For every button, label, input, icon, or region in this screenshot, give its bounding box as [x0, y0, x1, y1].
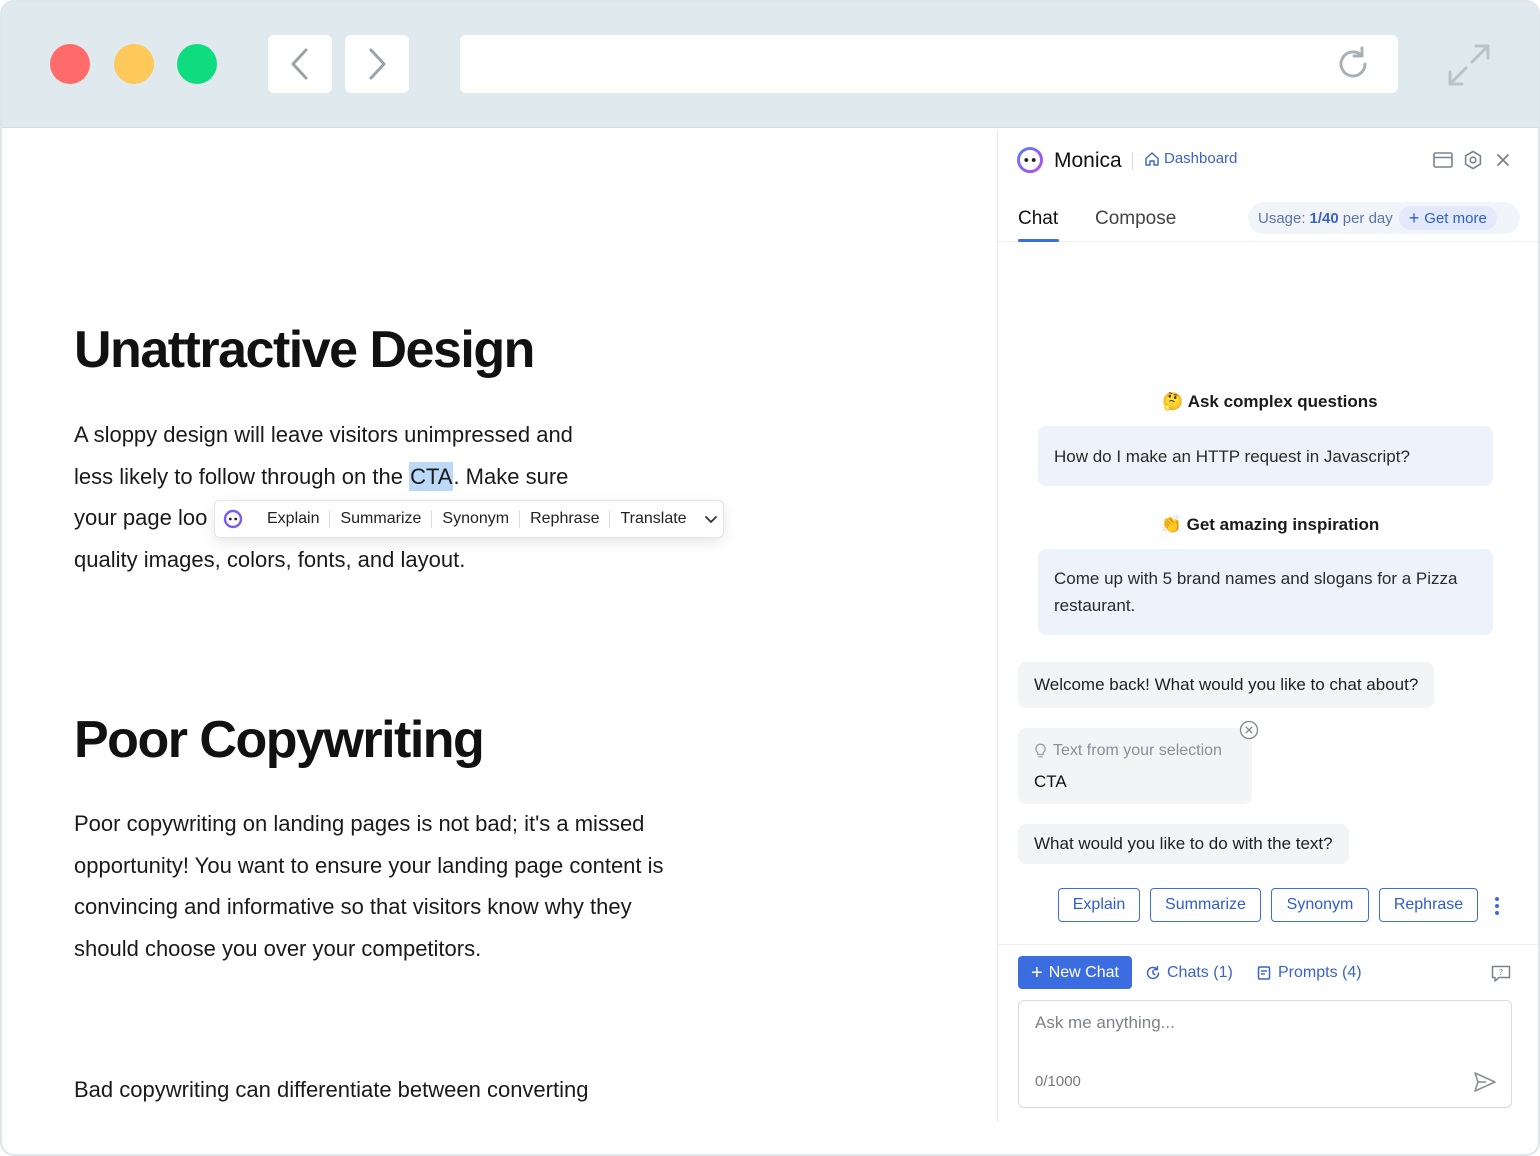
toolbar-synonym-button[interactable]: Synonym: [432, 510, 521, 528]
selection-value: CTA: [1034, 772, 1067, 791]
paragraph-line: less likely to follow through on the CTA…: [74, 461, 569, 491]
article: Unattractive Design A sloppy design will…: [74, 130, 974, 1120]
get-more-label: Get more: [1424, 209, 1487, 227]
new-chat-button[interactable]: + New Chat: [1018, 956, 1132, 989]
chat-input[interactable]: [1019, 1001, 1511, 1071]
toolbar-rephrase-button[interactable]: Rephrase: [520, 510, 611, 528]
chats-label: Chats (1): [1167, 964, 1233, 981]
close-icon[interactable]: [1492, 149, 1514, 171]
section-paragraph: Bad copywriting can differentiate betwee…: [74, 1077, 589, 1102]
dashboard-link[interactable]: Dashboard: [1144, 150, 1237, 167]
reload-icon[interactable]: [1334, 45, 1372, 83]
remove-selection-icon[interactable]: [1239, 720, 1259, 740]
selection-label-text: Text from your selection: [1053, 742, 1222, 759]
back-button[interactable]: [268, 35, 332, 93]
svg-text:?: ?: [1499, 968, 1503, 977]
prompts-icon: [1257, 966, 1271, 980]
selection-toolbar: Explain Summarize Synonym Rephrase Trans…: [214, 500, 724, 538]
tab-chat[interactable]: Chat: [1018, 208, 1058, 230]
chevron-right-icon: [369, 48, 386, 80]
plus-icon: +: [1031, 961, 1043, 984]
minimize-window-button[interactable]: [114, 44, 154, 84]
get-more-button[interactable]: + Get more: [1398, 206, 1497, 230]
example-prompt-card[interactable]: Come up with 5 brand names and slogans f…: [1038, 549, 1493, 635]
quick-explain-button[interactable]: Explain: [1058, 888, 1140, 922]
usage-value: 1/40: [1309, 209, 1339, 227]
paragraph-line: quality images, colors, fonts, and layou…: [74, 546, 466, 572]
paragraph-line: A sloppy design will leave visitors unim…: [74, 422, 573, 447]
section-title-inspiration: 👏 Get amazing inspiration: [998, 515, 1538, 535]
expand-icon[interactable]: [1446, 42, 1492, 88]
more-options-icon[interactable]: [1494, 896, 1500, 916]
section-title-questions: 🤔 Ask complex questions: [998, 392, 1538, 412]
section-paragraph: A sloppy design will leave visitors unim…: [74, 414, 664, 580]
usage-suffix: per day: [1342, 209, 1393, 227]
tab-compose[interactable]: Compose: [1095, 208, 1176, 230]
header-divider: [1132, 152, 1133, 170]
toolbar-summarize-button[interactable]: Summarize: [330, 510, 433, 528]
usage-prefix: Usage:: [1258, 209, 1306, 227]
monica-logo-icon: [1017, 147, 1043, 173]
assistant-message: Welcome back! What would you like to cha…: [1018, 662, 1435, 708]
close-window-button[interactable]: [50, 44, 90, 84]
address-bar[interactable]: [460, 35, 1398, 93]
toolbar-explain-button[interactable]: Explain: [257, 510, 331, 528]
section-paragraph: Poor copywriting on landing pages is not…: [74, 811, 664, 961]
chats-history-button[interactable]: Chats (1): [1145, 964, 1233, 982]
home-icon: [1145, 151, 1159, 166]
window-mode-icon[interactable]: [1432, 149, 1454, 171]
quick-summarize-button[interactable]: Summarize: [1150, 888, 1261, 922]
assistant-message: What would you like to do with the text?: [1018, 824, 1349, 864]
dashboard-label: Dashboard: [1164, 150, 1238, 167]
section-heading: Unattractive Design: [74, 321, 535, 379]
thinking-face-icon: 🤔: [1162, 392, 1184, 411]
send-icon[interactable]: [1473, 1071, 1497, 1093]
plus-icon: +: [1408, 208, 1420, 228]
maximize-window-button[interactable]: [177, 44, 217, 84]
prompts-button[interactable]: Prompts (4): [1256, 964, 1362, 982]
monica-logo-icon: [223, 509, 243, 529]
lightbulb-icon: [1035, 743, 1046, 758]
selection-label: Text from your selection: [1034, 742, 1222, 760]
section-title-text: Ask complex questions: [1187, 392, 1378, 411]
monica-sidebar: Monica Dashboard Chat Compose Usage: 1/4…: [997, 130, 1538, 1122]
character-counter: 0/1000: [1035, 1073, 1081, 1090]
prompts-label: Prompts (4): [1278, 964, 1362, 981]
active-tab-indicator: [1018, 239, 1059, 242]
browser-window: Unattractive Design A sloppy design will…: [0, 0, 1540, 1156]
new-chat-label: New Chat: [1048, 963, 1119, 981]
sidebar-title: Monica: [1054, 149, 1122, 172]
quick-rephrase-button[interactable]: Rephrase: [1379, 888, 1478, 922]
usage-badge: Usage: 1/40 per day + Get more: [1248, 202, 1520, 234]
forward-button[interactable]: [345, 35, 409, 93]
history-icon: [1146, 965, 1160, 980]
feedback-icon[interactable]: ?: [1490, 964, 1512, 984]
chevron-down-icon[interactable]: [703, 511, 719, 527]
selection-context-card: Text from your selection CTA: [1018, 720, 1259, 804]
section-heading: Poor Copywriting: [74, 711, 485, 769]
divider: [998, 944, 1538, 945]
chevron-left-icon: [291, 48, 308, 80]
example-prompt-card[interactable]: How do I make an HTTP request in Javascr…: [1038, 426, 1493, 486]
section-title-text: Get amazing inspiration: [1186, 515, 1380, 534]
chat-input-container: 0/1000: [1018, 1000, 1512, 1108]
toolbar-translate-button[interactable]: Translate: [610, 510, 696, 528]
selected-text[interactable]: CTA: [409, 461, 454, 491]
settings-icon[interactable]: [1462, 149, 1484, 171]
clapping-hands-icon: 👏: [1160, 515, 1182, 534]
quick-synonym-button[interactable]: Synonym: [1271, 888, 1369, 922]
browser-toolbar: [2, 2, 1538, 128]
sidebar-header: Monica Dashboard: [998, 130, 1538, 190]
